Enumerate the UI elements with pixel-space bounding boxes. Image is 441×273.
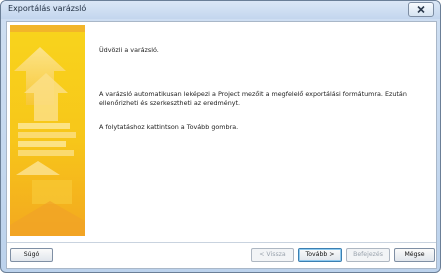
- finish-button[interactable]: Befejezés: [346, 248, 390, 262]
- finish-button-label: Befejezés: [353, 251, 383, 258]
- wizard-banner-graphic: [10, 25, 85, 236]
- welcome-text: Üdvözli a varázsló.: [99, 46, 159, 54]
- wizard-body: Üdvözli a varázsló. A varázsló automatik…: [6, 21, 437, 269]
- help-button[interactable]: Súgó: [10, 248, 53, 262]
- help-button-label: Súgó: [23, 251, 40, 258]
- window-title: Exportálás varázsló: [8, 4, 87, 13]
- export-wizard-window: Exportálás varázsló Üdvözli a varázsló. …: [0, 0, 441, 273]
- next-button-label: Tovább >: [305, 251, 335, 258]
- close-icon: [417, 6, 425, 13]
- title-bar: Exportálás varázsló: [1, 1, 440, 19]
- back-button[interactable]: < Vissza: [251, 248, 294, 262]
- cancel-button[interactable]: Mégse: [394, 248, 435, 262]
- cancel-button-label: Mégse: [404, 251, 425, 258]
- back-button-label: < Vissza: [259, 251, 286, 258]
- footer-separator: [7, 242, 436, 243]
- close-button[interactable]: [408, 2, 434, 17]
- instruction-text: A folytatáshoz kattintson a Tovább gombr…: [99, 123, 239, 131]
- next-button[interactable]: Tovább >: [298, 248, 342, 262]
- description-text: A varázsló automatikusan leképezi a Proj…: [99, 90, 407, 107]
